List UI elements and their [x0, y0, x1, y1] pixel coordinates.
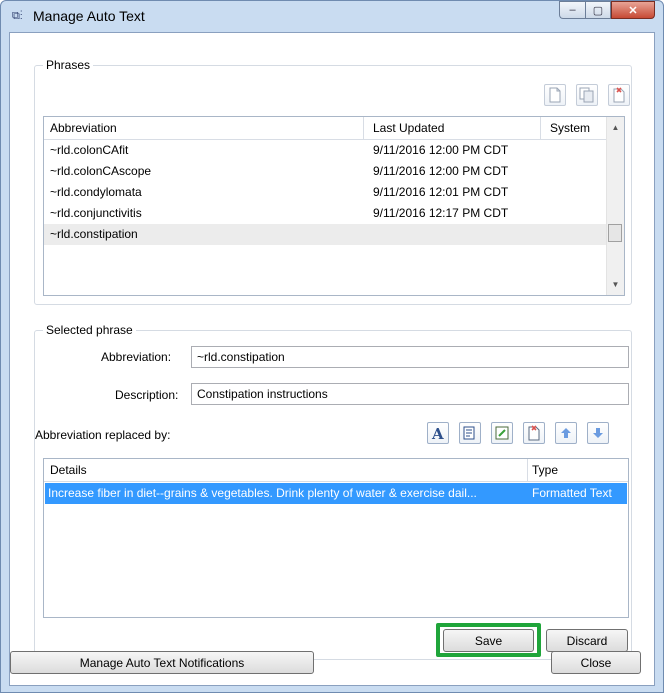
- dialog-client-area: Phrases Abbreviation Last Updated System: [9, 32, 655, 686]
- column-header-system[interactable]: System: [550, 121, 590, 135]
- manage-notifications-button[interactable]: Manage Auto Text Notifications: [10, 651, 314, 674]
- column-header-abbreviation[interactable]: Abbreviation: [50, 121, 117, 135]
- abbreviation-label: Abbreviation:: [101, 350, 172, 364]
- move-down-icon: [593, 428, 603, 438]
- delete-phrase-icon: [613, 87, 625, 103]
- close-icon: ✕: [628, 4, 638, 17]
- phrase-abbreviation: ~rld.conjunctivitis: [50, 206, 142, 220]
- discard-button[interactable]: Discard: [546, 629, 628, 652]
- phrase-row[interactable]: ~rld.condylomata 9/11/2016 12:01 PM CDT: [44, 182, 607, 203]
- phrase-last-updated: 9/11/2016 12:17 PM CDT: [373, 206, 509, 220]
- title-bar[interactable]: ⧉⁝ Manage Auto Text – ▢ ✕: [1, 1, 663, 31]
- phrases-group: Phrases Abbreviation Last Updated System: [34, 58, 632, 305]
- phrase-last-updated: 9/11/2016 12:01 PM CDT: [373, 185, 509, 199]
- formatted-text-button[interactable]: A: [427, 422, 449, 444]
- window-controls: – ▢ ✕: [559, 1, 655, 21]
- scroll-thumb[interactable]: [608, 224, 622, 242]
- maximize-button[interactable]: ▢: [585, 1, 611, 19]
- column-divider[interactable]: [540, 117, 541, 139]
- move-up-button[interactable]: [555, 422, 577, 444]
- minimize-button[interactable]: –: [559, 1, 585, 19]
- new-phrase-button[interactable]: [544, 84, 566, 106]
- template-button[interactable]: [459, 422, 481, 444]
- detail-type: Formatted Text: [532, 486, 612, 500]
- phrase-row-selected[interactable]: ~rld.constipation: [44, 224, 607, 245]
- new-phrase-icon: [549, 87, 561, 103]
- abbreviation-field[interactable]: ~rld.constipation: [191, 346, 629, 368]
- copy-phrase-button[interactable]: [576, 84, 598, 106]
- phrase-last-updated: 9/11/2016 12:00 PM CDT: [373, 164, 509, 178]
- close-window-button[interactable]: ✕: [611, 1, 655, 19]
- column-header-last-updated[interactable]: Last Updated: [373, 121, 444, 135]
- selected-phrase-group: Selected phrase Abbreviation: ~rld.const…: [34, 323, 632, 660]
- phrase-abbreviation: ~rld.colonCAscope: [50, 164, 152, 178]
- delete-phrase-button[interactable]: [608, 84, 630, 106]
- details-list[interactable]: Details Type Increase fiber in diet--gra…: [43, 458, 629, 618]
- manage-auto-text-window: ⧉⁝ Manage Auto Text – ▢ ✕ Phrases Abbrev…: [0, 0, 664, 693]
- edit-icon: [495, 426, 509, 440]
- scroll-down-icon[interactable]: ▼: [607, 276, 624, 293]
- phrase-abbreviation: ~rld.constipation: [50, 227, 138, 241]
- svg-text:A: A: [431, 425, 444, 441]
- window-title: Manage Auto Text: [33, 8, 145, 24]
- save-button[interactable]: Save: [443, 629, 534, 652]
- description-label: Description:: [115, 388, 179, 402]
- phrases-scrollbar[interactable]: ▲ ▼: [606, 117, 624, 295]
- move-up-icon: [561, 428, 571, 438]
- column-header-type[interactable]: Type: [532, 463, 558, 477]
- maximize-icon: ▢: [592, 4, 604, 17]
- description-field[interactable]: Constipation instructions: [191, 383, 629, 405]
- selected-phrase-legend: Selected phrase: [43, 323, 136, 337]
- detail-text: Increase fiber in diet--grains & vegetab…: [48, 486, 477, 500]
- phrase-row[interactable]: ~rld.conjunctivitis 9/11/2016 12:17 PM C…: [44, 203, 607, 224]
- phrase-abbreviation: ~rld.colonCAfit: [50, 143, 129, 157]
- column-divider[interactable]: [527, 459, 528, 481]
- replaced-by-label: Abbreviation replaced by:: [35, 428, 171, 442]
- formatted-text-icon: A: [431, 425, 444, 441]
- phrase-abbreviation: ~rld.condylomata: [50, 185, 142, 199]
- minimize-icon: –: [569, 4, 576, 16]
- phrases-list[interactable]: Abbreviation Last Updated System ~rld.co…: [43, 116, 625, 296]
- move-down-button[interactable]: [587, 422, 609, 444]
- delete-icon: [528, 425, 540, 441]
- app-icon: ⧉⁝: [12, 10, 23, 22]
- detail-row-selected[interactable]: Increase fiber in diet--grains & vegetab…: [45, 483, 627, 504]
- phrase-row[interactable]: ~rld.colonCAfit 9/11/2016 12:00 PM CDT: [44, 140, 607, 161]
- copy-phrase-icon: [579, 87, 594, 103]
- template-icon: [463, 426, 475, 440]
- close-button[interactable]: Close: [551, 651, 641, 674]
- column-divider[interactable]: [363, 117, 364, 139]
- column-header-details[interactable]: Details: [50, 463, 87, 477]
- delete-detail-button[interactable]: [523, 422, 545, 444]
- phrases-list-header: Abbreviation Last Updated System: [44, 117, 624, 140]
- scroll-up-icon[interactable]: ▲: [607, 119, 624, 136]
- edit-button[interactable]: [491, 422, 513, 444]
- phrase-last-updated: 9/11/2016 12:00 PM CDT: [373, 143, 509, 157]
- phrase-row[interactable]: ~rld.colonCAscope 9/11/2016 12:00 PM CDT: [44, 161, 607, 182]
- phrases-legend: Phrases: [43, 58, 94, 72]
- details-list-header: Details Type: [44, 459, 628, 482]
